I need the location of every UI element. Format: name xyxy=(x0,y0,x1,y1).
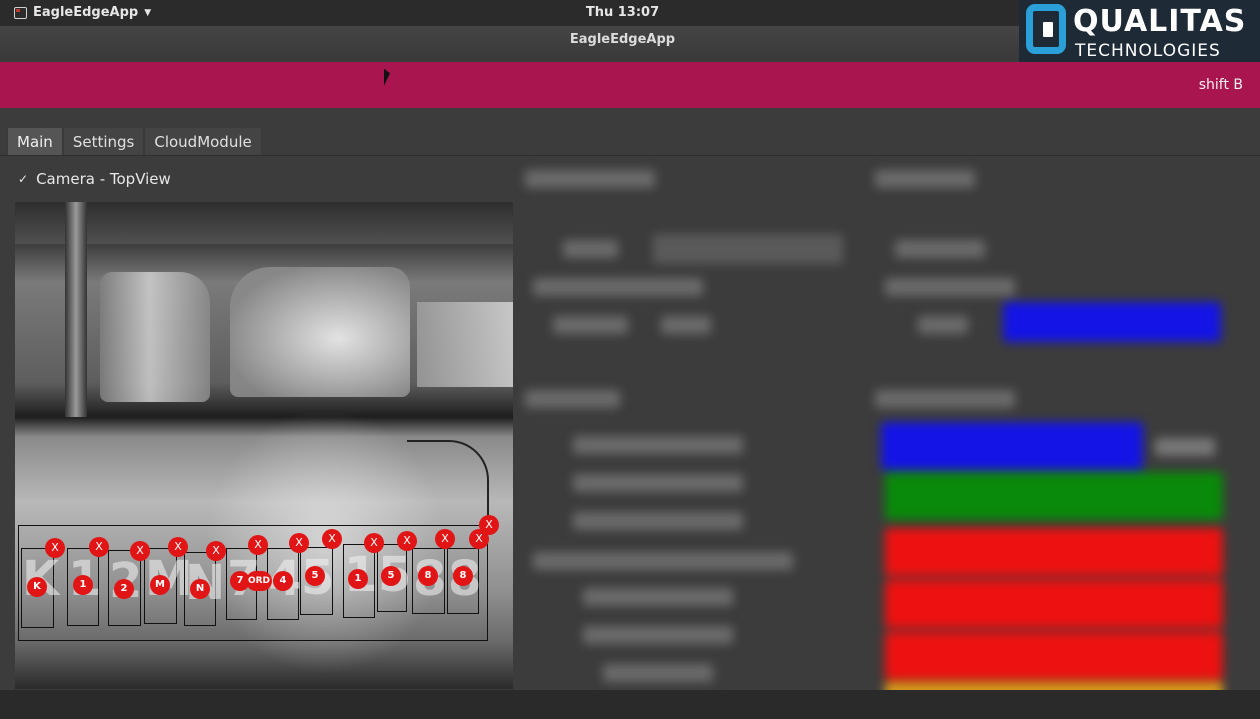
status-bar-red xyxy=(885,632,1223,680)
status-bar-red xyxy=(885,528,1223,576)
blurred-label xyxy=(885,278,1015,296)
blurred-heading xyxy=(875,390,1015,408)
blurred-heading xyxy=(525,390,620,408)
reject-marker: X xyxy=(479,515,499,535)
detection-label: 5 xyxy=(381,566,401,586)
camera-bg-post xyxy=(65,202,87,417)
blurred-label xyxy=(573,512,743,530)
shift-label: shift B xyxy=(1198,77,1243,93)
reject-marker: X xyxy=(168,537,188,557)
detection-label: 8 xyxy=(453,566,473,586)
reject-marker: X xyxy=(397,531,417,551)
blurred-heading xyxy=(525,170,655,188)
q-logo-icon xyxy=(1026,4,1066,54)
blurred-label xyxy=(533,278,703,296)
reject-marker: X xyxy=(322,529,342,549)
detection-label: 8 xyxy=(418,566,438,586)
detection-label: ORD xyxy=(246,571,272,591)
camera-bg-bar xyxy=(15,202,513,244)
camera-title: Camera - TopView xyxy=(36,170,171,188)
camera-group-header[interactable]: ✓ Camera - TopView xyxy=(18,170,171,188)
reject-marker: X xyxy=(206,541,226,561)
blurred-status-pane xyxy=(513,156,1260,719)
blurred-label xyxy=(661,316,711,334)
blurred-label xyxy=(533,552,793,570)
detection-label: N xyxy=(190,579,210,599)
tab-main[interactable]: Main xyxy=(7,127,63,155)
status-bar-blue xyxy=(881,422,1143,470)
detection-label: M xyxy=(150,575,170,595)
blurred-label xyxy=(583,588,733,606)
reject-marker: X xyxy=(364,533,384,553)
blurred-label xyxy=(553,316,628,334)
mouse-cursor-icon xyxy=(384,67,390,86)
detection-label: 1 xyxy=(348,569,368,589)
checkmark-icon: ✓ xyxy=(18,172,29,186)
main-tabs: Main Settings CloudModule xyxy=(7,127,262,155)
camera-topview-image: K 1 2 M N 7 4 5 1 5 8 8 K 1 2 M N 7 ORD … xyxy=(15,202,513,689)
camera-bg-block xyxy=(230,267,410,397)
tab-cloudmodule[interactable]: CloudModule xyxy=(144,127,262,155)
camera-bg-block xyxy=(100,272,210,402)
detection-label: 1 xyxy=(73,575,93,595)
reject-marker: X xyxy=(289,533,309,553)
detection-label: 4 xyxy=(273,571,293,591)
blurred-label xyxy=(583,626,733,644)
tab-settings[interactable]: Settings xyxy=(62,127,145,155)
camera-bg-block xyxy=(417,302,513,387)
camera-bg-cable xyxy=(407,440,489,532)
blurred-label xyxy=(895,240,985,258)
detection-label: 2 xyxy=(114,579,134,599)
blurred-label xyxy=(573,436,743,454)
bottom-strip xyxy=(0,690,1260,719)
shift-banner: shift B xyxy=(0,62,1260,108)
reject-marker: X xyxy=(248,535,268,555)
blurred-heading xyxy=(875,170,975,188)
reject-marker: X xyxy=(435,529,455,549)
status-bar-green xyxy=(885,472,1223,520)
blurred-label xyxy=(573,474,743,492)
detection-label: 5 xyxy=(305,566,325,586)
blurred-label xyxy=(1155,438,1215,456)
blurred-field xyxy=(653,234,843,264)
blurred-label xyxy=(563,240,618,258)
reject-marker: X xyxy=(89,537,109,557)
logo-brand: QUALITAS xyxy=(1073,4,1247,39)
reject-marker: X xyxy=(45,538,65,558)
reject-marker: X xyxy=(130,541,150,561)
blurred-label xyxy=(918,316,968,334)
status-bar-blue xyxy=(1003,302,1221,342)
blurred-label xyxy=(603,664,713,682)
detection-label: K xyxy=(27,577,47,597)
qualitas-logo: QUALITAS TECHNOLOGIES xyxy=(1019,0,1260,68)
status-bar-red xyxy=(885,580,1223,628)
logo-brand-sub: TECHNOLOGIES xyxy=(1075,41,1221,61)
